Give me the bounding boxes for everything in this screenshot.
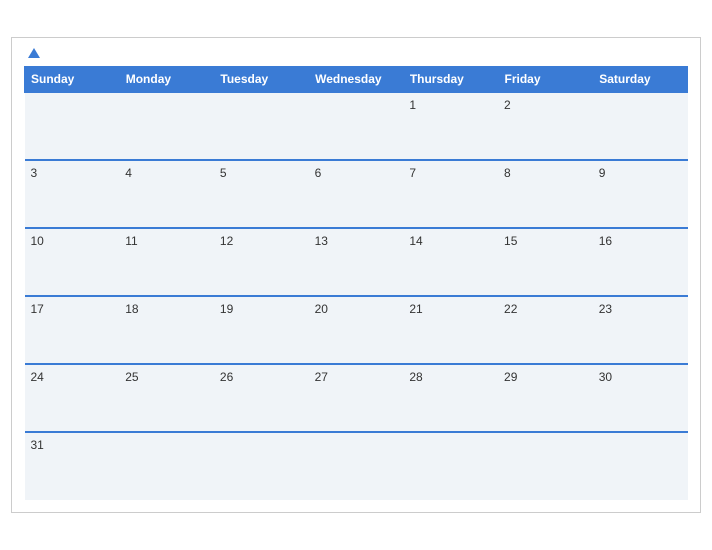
day-number: 5 bbox=[220, 166, 227, 180]
calendar-cell: 17 bbox=[25, 296, 120, 364]
calendar-header bbox=[24, 48, 688, 58]
calendar-cell: 15 bbox=[498, 228, 593, 296]
day-number: 20 bbox=[315, 302, 328, 316]
calendar-cell: 13 bbox=[309, 228, 404, 296]
calendar-cell bbox=[25, 92, 120, 160]
day-number: 12 bbox=[220, 234, 233, 248]
calendar-cell: 16 bbox=[593, 228, 688, 296]
logo-triangle-icon bbox=[28, 48, 40, 58]
day-number: 23 bbox=[599, 302, 612, 316]
calendar-cell: 18 bbox=[119, 296, 214, 364]
calendar-cell: 3 bbox=[25, 160, 120, 228]
calendar-thead: SundayMondayTuesdayWednesdayThursdayFrid… bbox=[25, 67, 688, 93]
calendar-container: SundayMondayTuesdayWednesdayThursdayFrid… bbox=[11, 37, 701, 513]
day-number: 29 bbox=[504, 370, 517, 384]
calendar-cell bbox=[309, 432, 404, 500]
calendar-cell: 24 bbox=[25, 364, 120, 432]
calendar-cell: 12 bbox=[214, 228, 309, 296]
day-number: 2 bbox=[504, 98, 511, 112]
calendar-body: 1234567891011121314151617181920212223242… bbox=[25, 92, 688, 500]
calendar-cell bbox=[403, 432, 498, 500]
calendar-cell: 8 bbox=[498, 160, 593, 228]
calendar-cell bbox=[214, 92, 309, 160]
week-row-3: 17 18 19 20 21 22 23 bbox=[25, 296, 688, 364]
day-header-thursday: Thursday bbox=[403, 67, 498, 93]
calendar-cell bbox=[593, 432, 688, 500]
day-number: 1 bbox=[409, 98, 416, 112]
day-number: 19 bbox=[220, 302, 233, 316]
day-number: 6 bbox=[315, 166, 322, 180]
calendar-cell: 29 bbox=[498, 364, 593, 432]
calendar-cell: 20 bbox=[309, 296, 404, 364]
calendar-cell bbox=[119, 432, 214, 500]
calendar-cell: 5 bbox=[214, 160, 309, 228]
day-header-sunday: Sunday bbox=[25, 67, 120, 93]
calendar-cell: 28 bbox=[403, 364, 498, 432]
calendar-cell bbox=[309, 92, 404, 160]
calendar-cell: 7 bbox=[403, 160, 498, 228]
day-header-monday: Monday bbox=[119, 67, 214, 93]
calendar-cell: 22 bbox=[498, 296, 593, 364]
day-number: 31 bbox=[31, 438, 44, 452]
calendar-cell: 19 bbox=[214, 296, 309, 364]
day-number: 9 bbox=[599, 166, 606, 180]
day-number: 15 bbox=[504, 234, 517, 248]
calendar-cell: 27 bbox=[309, 364, 404, 432]
calendar-cell: 25 bbox=[119, 364, 214, 432]
day-number: 7 bbox=[409, 166, 416, 180]
calendar-cell: 11 bbox=[119, 228, 214, 296]
day-number: 3 bbox=[31, 166, 38, 180]
days-header-row: SundayMondayTuesdayWednesdayThursdayFrid… bbox=[25, 67, 688, 93]
calendar-cell: 14 bbox=[403, 228, 498, 296]
day-number: 18 bbox=[125, 302, 138, 316]
week-row-1: 3 4 5 6 7 8 9 bbox=[25, 160, 688, 228]
day-number: 26 bbox=[220, 370, 233, 384]
calendar-cell: 26 bbox=[214, 364, 309, 432]
calendar-cell: 31 bbox=[25, 432, 120, 500]
day-number: 28 bbox=[409, 370, 422, 384]
day-number: 30 bbox=[599, 370, 612, 384]
day-header-tuesday: Tuesday bbox=[214, 67, 309, 93]
day-number: 10 bbox=[31, 234, 44, 248]
calendar-cell: 10 bbox=[25, 228, 120, 296]
calendar-cell: 9 bbox=[593, 160, 688, 228]
calendar-cell: 2 bbox=[498, 92, 593, 160]
week-row-5: 31 bbox=[25, 432, 688, 500]
day-header-friday: Friday bbox=[498, 67, 593, 93]
day-number: 27 bbox=[315, 370, 328, 384]
day-number: 11 bbox=[125, 234, 137, 248]
calendar-cell: 1 bbox=[403, 92, 498, 160]
calendar-cell bbox=[498, 432, 593, 500]
day-header-saturday: Saturday bbox=[593, 67, 688, 93]
calendar-cell bbox=[119, 92, 214, 160]
day-number: 4 bbox=[125, 166, 132, 180]
day-number: 16 bbox=[599, 234, 612, 248]
calendar-table: SundayMondayTuesdayWednesdayThursdayFrid… bbox=[24, 66, 688, 500]
day-number: 24 bbox=[31, 370, 44, 384]
logo-general-text bbox=[24, 48, 40, 58]
day-number: 22 bbox=[504, 302, 517, 316]
calendar-cell: 21 bbox=[403, 296, 498, 364]
day-number: 25 bbox=[125, 370, 138, 384]
week-row-2: 10 11 12 13 14 15 16 bbox=[25, 228, 688, 296]
week-row-4: 24 25 26 27 28 29 30 bbox=[25, 364, 688, 432]
day-header-wednesday: Wednesday bbox=[309, 67, 404, 93]
day-number: 17 bbox=[31, 302, 44, 316]
week-row-0: 12 bbox=[25, 92, 688, 160]
calendar-cell: 6 bbox=[309, 160, 404, 228]
calendar-cell bbox=[214, 432, 309, 500]
calendar-cell bbox=[593, 92, 688, 160]
calendar-cell: 23 bbox=[593, 296, 688, 364]
day-number: 8 bbox=[504, 166, 511, 180]
day-number: 14 bbox=[409, 234, 422, 248]
day-number: 13 bbox=[315, 234, 328, 248]
logo bbox=[24, 48, 40, 58]
calendar-cell: 4 bbox=[119, 160, 214, 228]
day-number: 21 bbox=[409, 302, 422, 316]
calendar-cell: 30 bbox=[593, 364, 688, 432]
